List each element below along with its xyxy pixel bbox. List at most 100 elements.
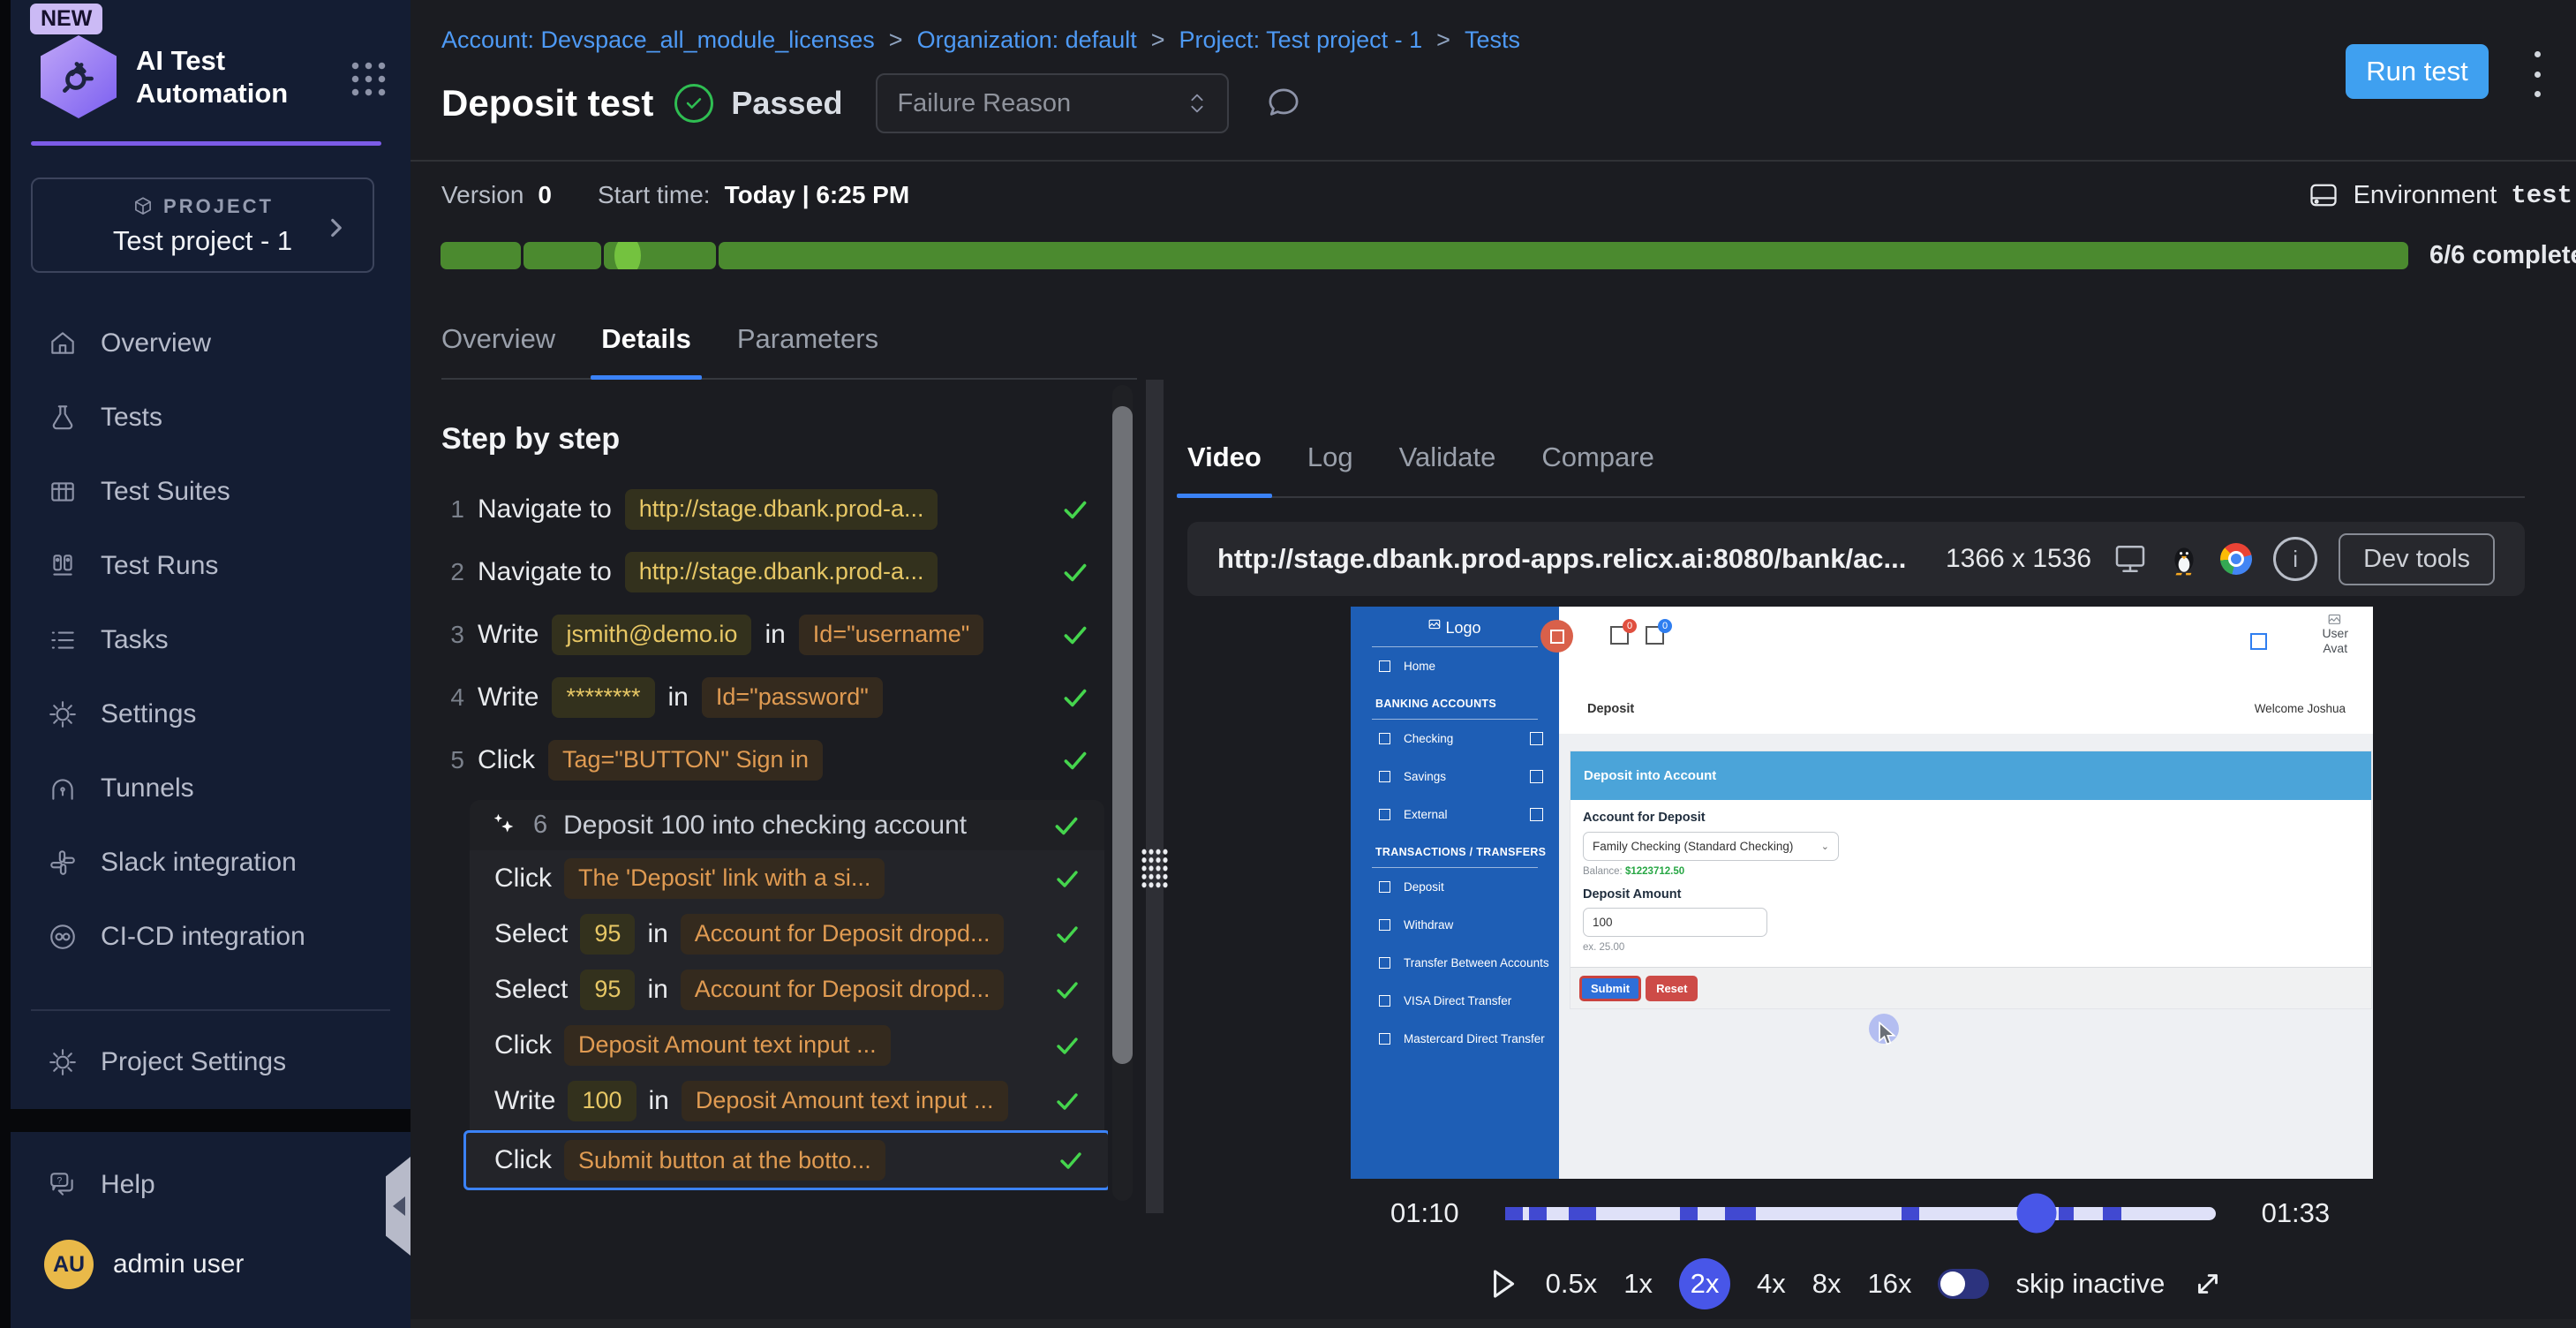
breadcrumb-tests[interactable]: Tests (1465, 26, 1520, 54)
speed-2x-active[interactable]: 2x (1679, 1258, 1730, 1309)
play-button-icon[interactable] (1488, 1266, 1519, 1302)
kebab-menu-icon[interactable] (2528, 49, 2546, 99)
step-row-1[interactable]: 1 Navigate to http://stage.dbank.prod-a.… (441, 478, 1108, 540)
version-value: 0 (538, 181, 552, 209)
project-switcher[interactable]: PROJECT Test project - 1 (31, 177, 374, 273)
fullscreen-icon[interactable] (2191, 1267, 2225, 1301)
bank-account-select: Family Checking (Standard Checking)⌄ (1583, 832, 1839, 861)
bank-topbar: 0 0 User Avat (1559, 607, 2373, 684)
speed-4x[interactable]: 4x (1757, 1268, 1786, 1300)
substep-row-5[interactable]: Write 100 in Deposit Amount text input .… (470, 1073, 1104, 1128)
sidebar-item-settings[interactable]: Settings (11, 677, 411, 751)
step-conjunction: in (647, 919, 667, 949)
record-indicator-icon (1540, 620, 1573, 653)
drive-icon (2308, 179, 2339, 211)
substep-row-2[interactable]: Select 95 in Account for Deposit dropd..… (470, 906, 1104, 962)
tab-compare[interactable]: Compare (1541, 441, 1654, 496)
step-number: 1 (441, 495, 464, 524)
step-group-header[interactable]: 6 Deposit 100 into checking account (470, 800, 1104, 850)
sidebar-item-test-suites[interactable]: Test Suites (11, 455, 411, 529)
bank-welcome-text: Welcome Joshua (2255, 702, 2346, 715)
substep-row-3[interactable]: Select 95 in Account for Deposit dropd..… (470, 962, 1104, 1017)
sidebar-item-test-runs[interactable]: Test Runs (11, 529, 411, 603)
video-frame[interactable]: Logo Home BANKING ACCOUNTS Checking Savi… (1351, 607, 2373, 1179)
run-test-button[interactable]: Run test (2346, 44, 2489, 99)
failure-reason-select[interactable]: Failure Reason (876, 73, 1229, 133)
tasks-icon (48, 625, 78, 655)
bank-nav-deposit: Deposit (1351, 868, 1559, 906)
bank-section-accounts: BANKING ACCOUNTS (1351, 698, 1559, 710)
bank-balance: Balance: $1223712.50 (1583, 866, 2371, 877)
breadcrumb-organization[interactable]: Organization: default (917, 26, 1137, 54)
speed-16x[interactable]: 16x (1868, 1268, 1912, 1300)
step-selector-pill: Deposit Amount text input ... (682, 1081, 1008, 1121)
speed-0-5x[interactable]: 0.5x (1546, 1268, 1598, 1300)
bank-reset-button: Reset (1646, 976, 1698, 1001)
timeline-thumb[interactable] (2016, 1194, 2056, 1234)
environment: Environment test (2308, 162, 2572, 229)
timeline-marker (1680, 1207, 1698, 1220)
skip-inactive-toggle[interactable] (1938, 1269, 1989, 1299)
breadcrumb-project[interactable]: Project: Test project - 1 (1179, 26, 1423, 54)
sidebar-item-overview[interactable]: Overview (11, 306, 411, 381)
mouse-cursor-icon (1877, 1022, 1898, 1046)
sidebar-item-slack[interactable]: Slack integration (11, 826, 411, 900)
sidebar-item-tunnels[interactable]: Tunnels (11, 751, 411, 826)
tab-log[interactable]: Log (1307, 441, 1353, 496)
skip-inactive-label: skip inactive (2015, 1268, 2165, 1300)
time-total: 01:33 (2262, 1197, 2331, 1229)
step-selector-pill: Tag="BUTTON" Sign in (548, 740, 823, 781)
breadcrumb-account[interactable]: Account: Devspace_all_module_licenses (441, 26, 875, 54)
step-conjunction: in (649, 1086, 669, 1116)
check-icon (1060, 745, 1090, 775)
user-name: admin user (113, 1249, 244, 1279)
tab-validate[interactable]: Validate (1399, 441, 1496, 496)
comment-icon[interactable] (1264, 84, 1303, 123)
substep-row-4[interactable]: Click Deposit Amount text input ... (470, 1017, 1104, 1073)
steps-scrollbar[interactable] (1108, 380, 1137, 1213)
substep-row-6-selected[interactable]: Click Submit button at the botto... (463, 1130, 1108, 1190)
monitor-icon (2113, 541, 2148, 577)
horizontal-scrollbar[interactable] (411, 1319, 2576, 1328)
sidebar-item-cicd[interactable]: CI-CD integration (11, 900, 411, 974)
step-action: Navigate to (478, 557, 612, 587)
timeline-marker (1902, 1207, 1919, 1220)
user-menu[interactable]: AU admin user (11, 1240, 411, 1289)
check-icon (1053, 920, 1081, 948)
step-number: 2 (441, 558, 464, 586)
step-selector-pill: Id="username" (799, 615, 984, 655)
check-icon (1051, 811, 1081, 841)
app-title: AI Test Automation (136, 44, 288, 109)
sidebar-item-label: Tasks (101, 625, 169, 655)
step-row-3[interactable]: 3 Write jsmith@demo.io in Id="username" (441, 603, 1108, 666)
speed-8x[interactable]: 8x (1812, 1268, 1842, 1300)
bank-logo: Logo (1351, 619, 1559, 638)
timeline-track[interactable] (1505, 1207, 2216, 1220)
bank-user-avatar-broken: User Avat (2322, 614, 2348, 656)
apps-grid-icon[interactable] (347, 57, 386, 96)
dev-tools-button[interactable]: Dev tools (2339, 533, 2495, 585)
home-icon (48, 328, 78, 358)
tab-parameters[interactable]: Parameters (737, 323, 878, 378)
step-row-2[interactable]: 2 Navigate to http://stage.dbank.prod-a.… (441, 540, 1108, 603)
step-row-5[interactable]: 5 Click Tag="BUTTON" Sign in (441, 728, 1108, 791)
svg-text:?: ? (56, 1175, 62, 1186)
info-icon[interactable]: i (2273, 537, 2317, 581)
pane-splitter[interactable] (1146, 380, 1164, 1213)
tab-details[interactable]: Details (601, 323, 691, 378)
speed-1x[interactable]: 1x (1623, 1268, 1653, 1300)
substep-row-1[interactable]: Click The 'Deposit' link with a si... (470, 850, 1104, 906)
sidebar-item-project-settings[interactable]: Project Settings (11, 1025, 411, 1099)
tab-video[interactable]: Video (1187, 441, 1262, 496)
scrollbar-thumb[interactable] (1112, 406, 1133, 1064)
step-action: Click (478, 745, 535, 775)
badge-red: 0 (1623, 619, 1637, 633)
tab-overview[interactable]: Overview (441, 323, 555, 378)
sidebar-item-help[interactable]: ? Help (11, 1148, 411, 1222)
steps-title: Step by step (441, 422, 1108, 456)
step-row-4[interactable]: 4 Write ******** in Id="password" (441, 666, 1108, 728)
step-number: 4 (441, 683, 464, 712)
step-action: Click (494, 864, 552, 894)
sidebar-item-tests[interactable]: Tests (11, 381, 411, 455)
sidebar-item-tasks[interactable]: Tasks (11, 603, 411, 677)
